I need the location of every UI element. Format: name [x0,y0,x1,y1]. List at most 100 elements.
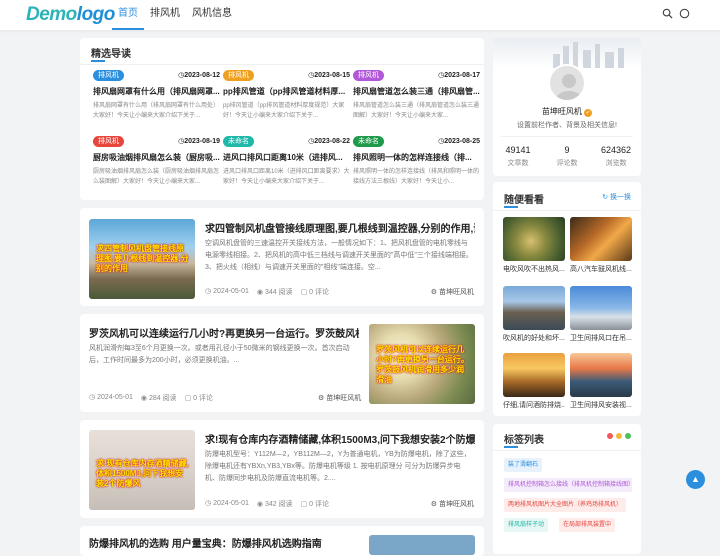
article-title[interactable]: 求四管制风机盘管接线原理图,要几根线到温控器,分别的作用,谢谢... [205,220,475,235]
window-dots [607,433,631,439]
search-icon[interactable] [660,8,674,22]
article-meta: ◷ 2024-05-01 ◉ 284 阅读 ▢ 0 评论 [89,393,213,403]
guide-item-excerpt: 厨房吸油烟排风扇怎么装（厨房吸油烟排风扇怎么装图解）大家好！今天让小编来大家..… [93,169,220,185]
recommend-item[interactable]: 高八汽车鼓风机线... [570,217,632,274]
guide-item-excerpt: 排风扇管道怎么装三通（排风扇管道怎么装三通图解）大家好！今天让小编来大家... [353,103,480,119]
category-tag[interactable]: 排风机 [353,70,384,81]
article-author[interactable]: ⚙ 苗坤旺风机 [431,499,474,509]
article-excerpt: 空调风机盘管的三速温控开关接线方法，一般情况如下：1、把风机盘管的电机零线与电源… [205,240,473,271]
article-thumbnail[interactable]: 求!现有仓库内存酒精储藏,体积1500M3,问下我想安装2个防爆风 [89,430,195,510]
category-tag[interactable]: 排风机 [93,136,124,147]
article-card[interactable]: 求四管制风机盘管接线原理图,要几根线到温控器,分别的作用 求四管制风机盘管接线原… [80,208,484,306]
stat-comments-count: 9 [564,145,570,155]
guide-item[interactable]: 排风机 ◷2023-08-15 pp排风管道（pp排风管道材料厚... pp排风管道（… [223,70,350,126]
nav-exhaust-fan[interactable]: 排风机 [144,0,186,30]
guide-item-excerpt: 排风扇网罩有什么用（排风扇网罩有什么用处）大家好！今天让小编来大家介绍下关于..… [93,103,220,119]
guide-item[interactable]: 排风机 ◷2023-08-12 排风扇网罩有什么用（排风扇网罩... 排风扇网罩有什么… [93,70,220,126]
tag-list-panel: 标签列表 装了滑翻石排风机控制箱怎么接线（排风机控制箱接线图） 两地排风机图片大全… [493,424,641,554]
article-thumbnail[interactable]: 罗茨风机可以连续运行几小时?再更换另一台运行。罗茨鼓风机润滑用多少润滑油 [369,324,475,404]
guide-item-excerpt: 进风口排风口距离10米（进排风口距离要求）大家好！今天让小编来大家介绍下关于..… [223,169,350,185]
recommend-thumbnail [503,217,565,261]
thumbnail-overlay-text: 求四管制风机盘管接线原理图,要几根线到温控器,分别的作用 [96,244,189,273]
guide-item-excerpt: 排风照明一体的怎样连接线（排风和照明一体的接线方法三根线）大家好！今天让小... [353,169,480,185]
guide-item-excerpt: pp排风管道（pp排风管道材料厚度规范）大家好！今天让小编来大家介绍下关于... [223,103,345,119]
views-icon: ◉ 342 阅读 [256,501,293,508]
top-navbar: Demologo 首页 排风机 风机信息 [0,0,720,30]
recommend-thumbnail [503,286,565,330]
guide-item-title[interactable]: 厨房吸油烟排风扇怎么装（厨房吸... [93,152,220,163]
guide-item[interactable]: 未命名 ◷2023-08-22 进风口排风口距离10米（进排风... 进风口排风口距离… [223,136,350,192]
article-title[interactable]: 防爆排风机的选购 用户量宝典：防爆排风机选购指南 [89,535,359,550]
recommend-item[interactable]: 电吹风吹不出热风... [503,217,565,274]
guide-item[interactable]: 未命名 ◷2023-08-25 排风照明一体的怎样连接线（排... 排风照明一体的怎样… [353,136,480,192]
tag-chip[interactable]: 排风扇样子动 [504,518,549,532]
tag-chip[interactable]: 装了滑翻石 [504,458,543,472]
nav-home[interactable]: 首页 [112,0,144,30]
guide-item[interactable]: 排风机 ◷2023-08-19 厨房吸油烟排风扇怎么装（厨房吸... 厨房吸油烟排风扇… [93,136,220,192]
recommend-thumbnail [503,353,565,397]
comments-icon: ▢ 0 评论 [300,289,329,296]
category-tag[interactable]: 未命名 [353,136,384,147]
featured-guide-panel: 精选导读 排风机 ◷2023-08-12 排风扇网罩有什么用（排风扇网罩... 排风扇… [80,38,484,200]
section-title: 标签列表 [504,435,544,446]
article-excerpt: 风机润滑剂每3至6个月更换一次。或者用孔径小于50微米的钢线更换一次。首次启动后… [89,345,350,364]
date-icon: ◷ 2024-05-01 [205,288,249,295]
stat-articles-count: 49141 [505,145,531,155]
tag-chip[interactable]: 在局部排风装置中 [559,518,616,532]
nav-fan-info[interactable]: 风机信息 [186,0,238,30]
recommend-item[interactable]: 卫生间排风安装视... [570,353,632,410]
category-tag[interactable]: 排风机 [93,70,124,81]
theme-toggle-icon[interactable] [677,8,691,22]
tag-chip[interactable]: 排风机控制箱怎么接线（排风机控制箱接线图） [504,478,632,492]
guide-item-title[interactable]: 排风扇网罩有什么用（排风扇网罩... [93,86,220,97]
category-tag[interactable]: 排风机 [223,70,254,81]
article-meta: ◷ 2024-05-01 ◉ 342 阅读 ▢ 0 评论 [205,499,329,509]
date-icon: ◷ 2024-05-01 [89,394,133,401]
thumbnail-overlay-text: 罗茨风机可以连续运行几小时?再更换另一台运行。罗茨鼓风机润滑用多少润滑油 [376,345,469,384]
guide-item-title[interactable]: 排风照明一体的怎样连接线（排... [353,152,480,163]
article-title[interactable]: 求!现有仓库内存酒精储藏,体积1500M3,问下我想安装2个防爆风... [205,431,475,446]
random-recommend-panel: 随便看看 ↻ 换一换 电吹风吹不出热风... 高八汽车鼓风机线... 吹风机的好… [493,182,641,416]
stat-articles-label: 文章数 [507,160,529,167]
recommend-item[interactable]: 卫生间排风口在吊... [570,286,632,343]
post-date: ◷2023-08-22 [308,138,350,145]
date-icon: ◷ 2024-05-01 [205,500,249,507]
article-card[interactable]: 罗茨风机可以连续运行几小时?再更换另一台运行。罗茨鼓风机润... 风机润滑剂每3… [80,314,484,412]
article-thumbnail[interactable] [369,535,475,555]
article-author[interactable]: ⚙ 苗坤旺风机 [318,393,361,403]
refresh-button[interactable]: ↻ 换一换 [602,192,631,202]
site-logo[interactable]: Demologo [26,4,115,26]
article-card[interactable]: 求!现有仓库内存酒精储藏,体积1500M3,问下我想安装2个防爆风 求!现有仓库… [80,420,484,518]
views-icon: ◉ 344 阅读 [256,289,293,296]
recommend-thumbnail [570,353,632,397]
guide-item-title[interactable]: 排风扇管道怎么装三通（排风扇管... [353,86,480,97]
article-excerpt: 防爆电机型号：Y112M—2，YB112M—2，Y为普通电机，YB为防爆电机，除… [205,451,471,482]
back-to-top-button[interactable]: ▲ [686,470,705,489]
article-meta: ◷ 2024-05-01 ◉ 344 阅读 ▢ 0 评论 [205,287,329,297]
author-name[interactable]: 苗坤旺风机 ✓ [493,106,641,117]
post-date: ◷2023-08-17 [438,72,480,79]
main-nav: 首页 排风机 风机信息 [112,0,238,30]
thumbnail-overlay-text: 求!现有仓库内存酒精储藏,体积1500M3,问下我想安装2个防爆风 [96,459,189,488]
stat-comments-label: 评论数 [556,160,578,167]
comments-icon: ▢ 0 评论 [300,501,329,508]
category-tag[interactable]: 未命名 [223,136,254,147]
article-card[interactable]: 防爆排风机的选购 用户量宝典：防爆排风机选购指南 [80,526,484,556]
guide-item-title[interactable]: 进风口排风口距离10米（进排风... [223,152,350,163]
recommend-item[interactable]: 吹风机的好处和坏... [503,286,565,343]
tag-chip[interactable]: 两地排风机图片大全图片（养鸡场排风机） [504,498,627,512]
recommend-item[interactable]: 仔细,请问酒防排烧... [503,353,565,410]
avatar[interactable] [548,64,586,102]
guide-item-title[interactable]: pp排风管道（pp排风管道材料厚... [223,86,350,97]
guide-item[interactable]: 排风机 ◷2023-08-17 排风扇管道怎么装三通（排风扇管... 排风扇管道怎么装… [353,70,480,126]
comments-icon: ▢ 0 评论 [184,395,213,402]
verified-badge-icon: ✓ [584,109,593,117]
article-author[interactable]: ⚙ 苗坤旺风机 [431,287,474,297]
article-title[interactable]: 罗茨风机可以连续运行几小时?再更换另一台运行。罗茨鼓风机润... [89,325,359,340]
post-date: ◷2023-08-25 [438,138,480,145]
article-thumbnail[interactable]: 求四管制风机盘管接线原理图,要几根线到温控器,分别的作用 [89,219,195,299]
views-icon: ◉ 284 阅读 [140,395,177,402]
stat-views-label: 浏览数 [605,160,627,167]
post-date: ◷2023-08-15 [308,72,350,79]
author-bio: 设置前栏作者、背景及相关信息! [517,122,617,129]
